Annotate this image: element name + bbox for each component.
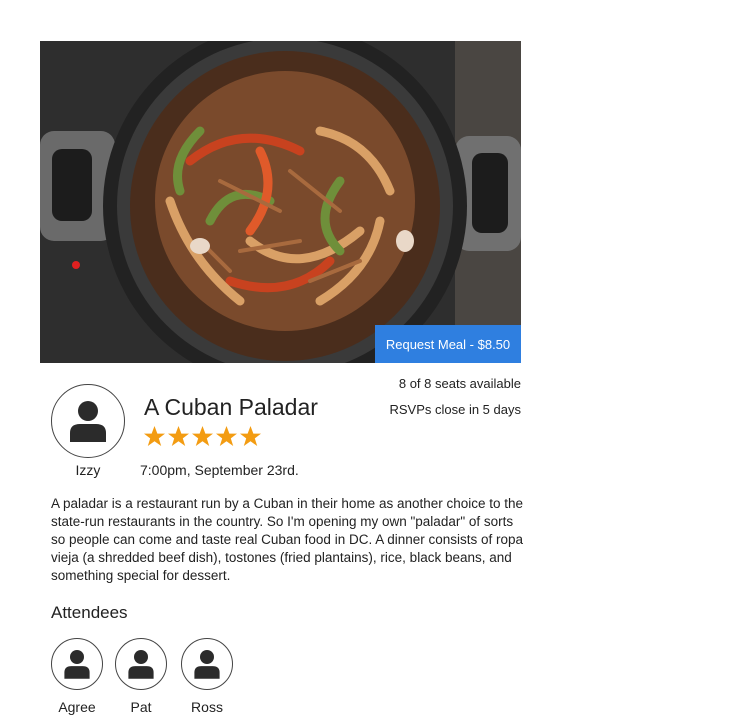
rating-stars (143, 425, 262, 447)
star-icon (167, 425, 190, 447)
star-icon (239, 425, 262, 447)
star-icon (143, 425, 166, 447)
star-icon (191, 425, 214, 447)
request-meal-button[interactable]: Request Meal - $8.50 (375, 325, 521, 363)
food-pot-image (40, 41, 521, 363)
rsvp-deadline: RSVPs close in 5 days (389, 402, 521, 417)
star-icon (215, 425, 238, 447)
attendee-name: Pat (130, 699, 152, 715)
meal-datetime: 7:00pm, September 23rd. (140, 462, 299, 478)
attendee-item[interactable]: Ross (181, 638, 233, 715)
attendees-heading: Attendees (51, 603, 128, 622)
attendee-avatar[interactable] (115, 638, 167, 690)
attendee-name: Agree (58, 699, 96, 715)
user-icon (194, 650, 220, 679)
host-name: Izzy (75, 462, 101, 478)
user-icon (70, 401, 106, 442)
user-icon (128, 650, 154, 679)
attendee-avatar[interactable] (51, 638, 103, 690)
host-avatar[interactable] (51, 384, 125, 458)
meal-photo: Request Meal - $8.50 (40, 41, 521, 363)
attendee-name: Ross (191, 699, 223, 715)
meal-description: A paladar is a restaurant run by a Cuban… (51, 496, 524, 583)
attendee-avatar[interactable] (181, 638, 233, 690)
user-icon (64, 650, 90, 679)
attendee-item[interactable]: Pat (115, 638, 167, 715)
seats-available: 8 of 8 seats available (398, 376, 521, 391)
meal-title: A Cuban Paladar (144, 394, 318, 420)
attendee-item[interactable]: Agree (51, 638, 103, 715)
